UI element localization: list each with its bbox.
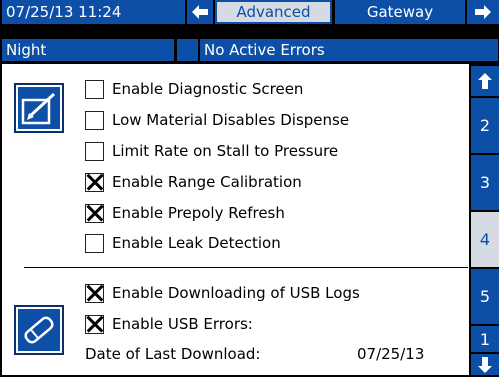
page-tab-2[interactable]: 2	[471, 98, 499, 153]
option-usb-errors[interactable]: Enable USB Errors:	[85, 313, 253, 335]
tab-gateway[interactable]: Gateway	[335, 0, 465, 24]
checkbox-usb-errors[interactable]	[85, 314, 104, 334]
option-limit-rate[interactable]: Limit Rate on Stall to Pressure	[85, 140, 338, 162]
advanced-gateway-screen: 07/25/13 11:24 Advanced Gateway Night No…	[0, 0, 499, 377]
header-bar: 07/25/13 11:24 Advanced Gateway	[0, 0, 499, 24]
option-usb-logs[interactable]: Enable Downloading of USB Logs	[85, 282, 360, 304]
status-spacer	[177, 39, 198, 61]
option-label: Enable USB Errors:	[112, 315, 253, 333]
page-tab-3[interactable]: 3	[471, 155, 499, 210]
option-label: Limit Rate on Stall to Pressure	[112, 142, 339, 160]
up-arrow-icon	[478, 73, 492, 89]
page-tab-5[interactable]: 5	[471, 269, 499, 324]
right-arrow-icon	[475, 5, 491, 19]
option-prepoly-refresh[interactable]: Enable Prepoly Refresh	[85, 202, 285, 224]
option-leak-detection[interactable]: Enable Leak Detection	[85, 232, 281, 254]
checkbox-leak-detection[interactable]	[85, 233, 104, 253]
tab-advanced[interactable]: Advanced	[215, 0, 332, 24]
page-tab-1[interactable]: 1	[471, 326, 499, 352]
checkbox-range-calibration[interactable]	[85, 172, 104, 192]
page-tab-strip: 2 3 4 5 1	[471, 64, 499, 377]
scroll-down-button[interactable]	[471, 354, 499, 375]
option-label: Enable Diagnostic Screen	[112, 80, 304, 98]
page-tab-4[interactable]: 4	[471, 212, 499, 267]
scroll-up-button[interactable]	[471, 66, 499, 96]
option-label: Low Material Disables Dispense	[112, 111, 350, 129]
right-arrow-button[interactable]	[467, 0, 499, 24]
down-arrow-icon	[478, 356, 492, 373]
error-status: No Active Errors	[200, 39, 498, 61]
erase-button[interactable]	[14, 305, 64, 355]
last-download-date: 07/25/13	[357, 345, 425, 363]
option-low-material[interactable]: Low Material Disables Dispense	[85, 109, 349, 131]
checkbox-low-material[interactable]	[85, 110, 104, 130]
mode-indicator: Night	[2, 39, 174, 61]
option-label: Enable Leak Detection	[112, 234, 281, 252]
section-divider	[24, 267, 468, 268]
option-label: Enable Prepoly Refresh	[112, 204, 285, 222]
checkbox-diagnostic-screen[interactable]	[85, 79, 104, 99]
option-label: Enable Range Calibration	[112, 173, 302, 191]
left-arrow-button[interactable]	[187, 0, 213, 24]
status-bar: Night No Active Errors	[0, 39, 499, 61]
edit-icon	[21, 92, 56, 125]
eraser-icon	[24, 316, 54, 344]
option-label: Enable Downloading of USB Logs	[112, 284, 360, 302]
checkbox-prepoly-refresh[interactable]	[85, 203, 104, 223]
checkbox-usb-logs[interactable]	[85, 283, 104, 303]
edit-button[interactable]	[14, 83, 64, 133]
option-diagnostic-screen[interactable]: Enable Diagnostic Screen	[85, 78, 303, 100]
settings-panel: Enable Diagnostic Screen Low Material Di…	[2, 64, 469, 375]
datetime-display: 07/25/13 11:24	[2, 0, 185, 24]
left-arrow-icon	[192, 5, 208, 19]
last-download-label: Date of Last Download:	[85, 345, 261, 363]
option-range-calibration[interactable]: Enable Range Calibration	[85, 171, 302, 193]
checkbox-limit-rate[interactable]	[85, 141, 104, 161]
